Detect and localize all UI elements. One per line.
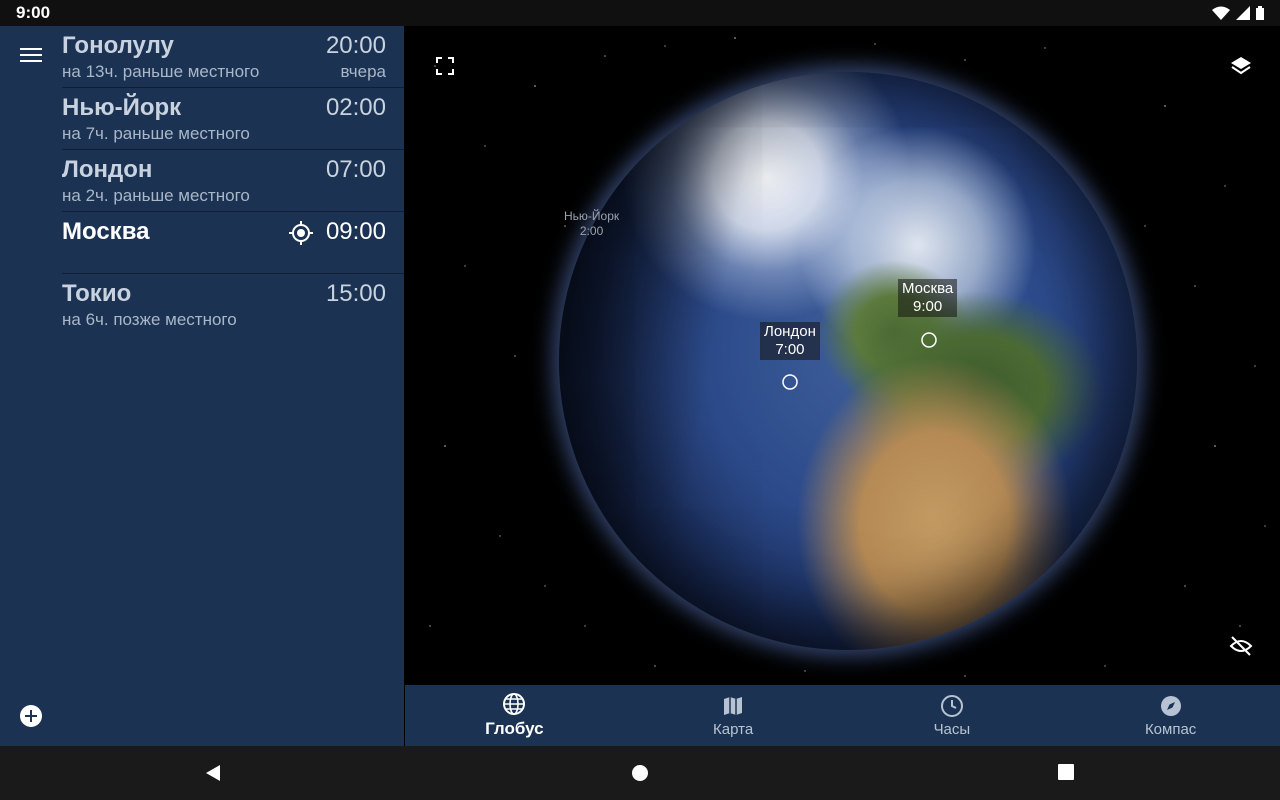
layers-icon[interactable] <box>1229 54 1253 78</box>
back-icon[interactable] <box>204 764 222 782</box>
city-offset: на 2ч. раньше местного <box>62 186 250 205</box>
visibility-off-icon[interactable] <box>1229 634 1253 658</box>
menu-icon[interactable] <box>18 44 44 70</box>
recents-icon[interactable] <box>1058 764 1074 780</box>
city-time: 09:00 <box>325 218 386 245</box>
status-bar: 9:00 <box>0 0 1280 26</box>
marker-time: 2:00 <box>579 224 604 238</box>
city-time: 20:00 <box>325 32 386 59</box>
city-offset: на 6ч. позже местного <box>62 310 237 329</box>
city-name: Лондон <box>62 156 153 183</box>
city-name: Токио <box>62 280 132 307</box>
wifi-icon <box>1212 6 1230 20</box>
tab-globe[interactable]: Глобус <box>405 685 624 746</box>
city-row-newyork[interactable]: Нью-Йорк на 7ч. раньше местного 02:00 <box>62 88 404 150</box>
marker-city: Нью-Йорк <box>564 209 620 223</box>
cellular-icon <box>1236 6 1250 20</box>
tab-map[interactable]: Карта <box>624 685 843 746</box>
city-offset: на 7ч. раньше местного <box>62 124 250 143</box>
globe-icon <box>503 693 526 715</box>
fullscreen-icon[interactable] <box>436 57 454 75</box>
tab-label: Часы <box>933 720 971 738</box>
bottom-navigation: Глобус Карта Часы Компас <box>405 685 1280 746</box>
tab-compass[interactable]: Компас <box>1061 685 1280 746</box>
system-nav-bar <box>0 746 1280 800</box>
globe-marker-label-moscow: Москва 9:00 <box>898 279 958 317</box>
battery-icon <box>1256 6 1264 20</box>
city-offset: на 13ч. раньше местного <box>62 62 260 81</box>
city-list: Гонолулу на 13ч. раньше местного 20:00 в… <box>62 26 404 336</box>
city-sidebar: Гонолулу на 13ч. раньше местного 20:00 в… <box>0 26 404 746</box>
city-time: 15:00 <box>325 280 386 307</box>
tab-label: Глобус <box>485 719 544 738</box>
my-location-icon <box>289 221 313 245</box>
city-row-tokyo[interactable]: Токио на 6ч. позже местного 15:00 <box>62 274 404 336</box>
tab-clock[interactable]: Часы <box>843 685 1062 746</box>
add-city-icon[interactable] <box>19 704 43 728</box>
city-name: Нью-Йорк <box>62 94 182 121</box>
city-time: 07:00 <box>325 156 386 183</box>
city-row-honolulu[interactable]: Гонолулу на 13ч. раньше местного 20:00 в… <box>62 26 404 88</box>
marker-time: 9:00 <box>913 298 943 315</box>
home-icon[interactable] <box>631 764 649 782</box>
globe-marker-label-london: Лондон 7:00 <box>760 322 820 360</box>
globe-marker-label-newyork: Нью-Йорк 2:00 <box>560 208 623 240</box>
city-name: Гонолулу <box>62 32 174 59</box>
marker-time: 7:00 <box>775 341 805 358</box>
tab-label: Карта <box>713 720 754 738</box>
london-marker-icon[interactable] <box>781 373 799 391</box>
map-icon <box>724 696 743 715</box>
marker-city: Москва <box>902 280 954 297</box>
city-row-london[interactable]: Лондон на 2ч. раньше местного 07:00 <box>62 150 404 212</box>
compass-icon <box>1160 695 1181 716</box>
city-row-moscow[interactable]: Москва 09:00 <box>62 212 404 274</box>
clock-icon <box>940 694 963 717</box>
city-name: Москва <box>62 218 150 245</box>
globe-view[interactable]: Нью-Йорк 2:00 Лондон 7:00 Москва 9:00 <box>405 26 1280 685</box>
moscow-marker-icon[interactable] <box>920 331 938 349</box>
night-shade <box>559 72 1137 650</box>
status-time: 9:00 <box>16 3 51 22</box>
marker-city: Лондон <box>764 323 816 340</box>
tab-label: Компас <box>1144 720 1197 738</box>
status-icons <box>1212 6 1264 20</box>
city-time: 02:00 <box>325 94 386 121</box>
city-day: вчера <box>340 62 387 81</box>
